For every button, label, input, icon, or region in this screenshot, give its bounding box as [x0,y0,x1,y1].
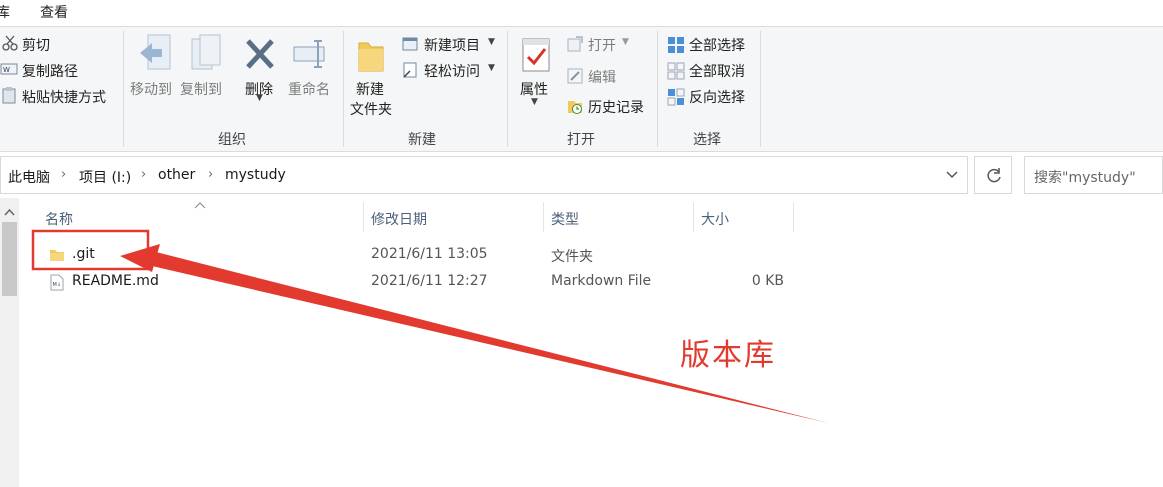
annotation-label: 版本库 [680,338,776,373]
annotation-highlight-box [31,229,150,271]
annotation-overlay [31,229,828,423]
